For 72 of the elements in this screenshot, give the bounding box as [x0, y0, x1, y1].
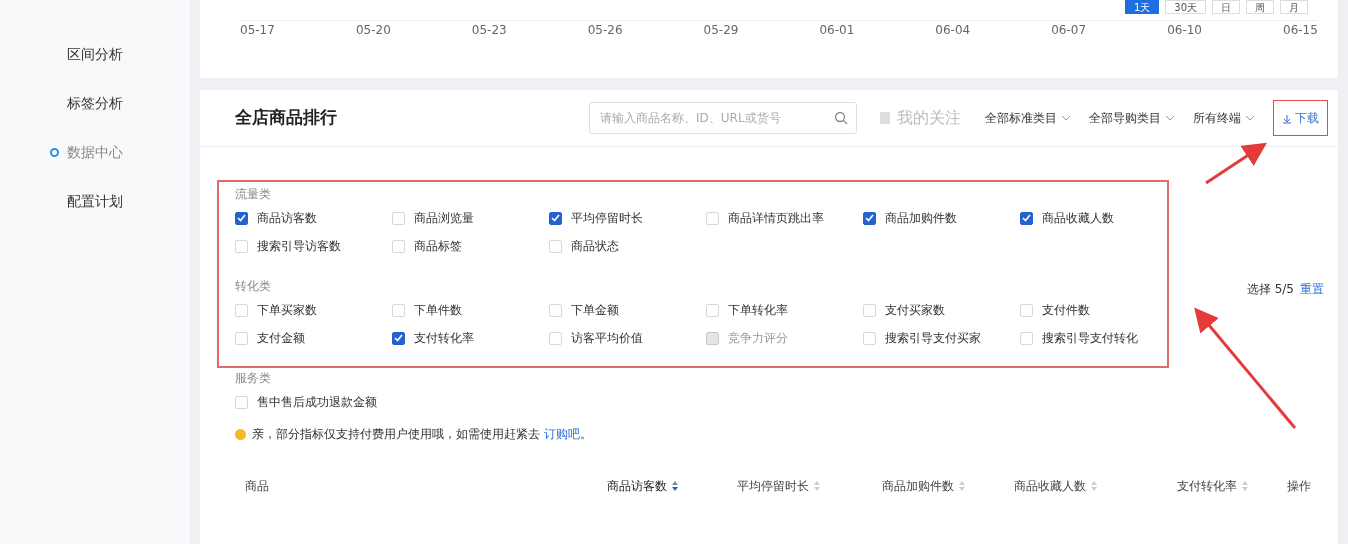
metric-checkbox[interactable]: 商品状态 — [549, 237, 706, 255]
column-header[interactable]: 商品加购件数 — [882, 477, 954, 495]
axis-label: 05-29 — [703, 22, 739, 39]
metric-checkbox[interactable]: 搜索引导支付转化 — [1020, 329, 1177, 347]
check-icon — [551, 214, 560, 222]
caret-icon — [1245, 115, 1255, 121]
metric-checkbox[interactable]: 下单转化率 — [706, 301, 863, 319]
group-title: 流量类 — [235, 186, 271, 203]
search-icon[interactable] — [834, 111, 848, 125]
info-icon — [235, 428, 246, 440]
check-icon — [865, 214, 874, 222]
metric-checkbox[interactable]: 搜索引导支付买家 — [863, 329, 1020, 347]
metric-checkbox[interactable]: 支付转化率 — [392, 329, 549, 347]
metric-checkbox[interactable]: 支付件数 — [1020, 301, 1177, 319]
axis-label: 06-01 — [819, 22, 855, 39]
sidebar-item[interactable]: 数据中心 — [0, 128, 190, 177]
sidebar-item[interactable]: 配置计划 — [0, 177, 190, 226]
metric-checkbox[interactable]: 售中售后成功退款金额 — [235, 393, 392, 411]
caret-icon — [1061, 115, 1071, 121]
axis-label: 05-23 — [471, 22, 507, 39]
group-title: 转化类 — [235, 278, 271, 295]
selected-dot-icon — [50, 148, 59, 157]
dropdown[interactable]: 全部导购类目 — [1089, 109, 1175, 127]
column-header[interactable]: 支付转化率 — [1177, 477, 1237, 495]
group-title: 服务类 — [235, 370, 271, 387]
check-icon — [237, 214, 246, 222]
section-title: 全店商品排行 — [235, 106, 337, 130]
range-tab[interactable]: 30天 — [1165, 0, 1206, 14]
column-header: 商品 — [245, 478, 269, 495]
caret-icon — [1165, 115, 1175, 121]
download-icon — [1282, 113, 1292, 124]
axis-label: 05-17 — [240, 22, 275, 39]
metric-checkbox[interactable]: 下单金额 — [549, 301, 706, 319]
column-header: 操作 — [1287, 478, 1311, 495]
metric-checkbox[interactable]: 商品访客数 — [235, 209, 392, 227]
sidebar-item[interactable]: 区间分析 — [0, 30, 190, 79]
axis-label: 05-20 — [355, 22, 391, 39]
metric-checkbox[interactable]: 商品加购件数 — [863, 209, 1020, 227]
metric-checkbox[interactable]: 商品标签 — [392, 237, 549, 255]
range-tab[interactable]: 周 — [1246, 0, 1274, 14]
reset-link[interactable]: 重置 — [1300, 280, 1324, 298]
metric-checkbox[interactable]: 下单件数 — [392, 301, 549, 319]
sidebar-item[interactable]: 标签分析 — [0, 79, 190, 128]
axis-label: 06-10 — [1167, 22, 1202, 39]
metric-checkbox[interactable]: 平均停留时长 — [549, 209, 706, 227]
subscribe-link[interactable]: 订购吧 — [543, 427, 580, 441]
column-header[interactable]: 商品收藏人数 — [1014, 477, 1086, 495]
metric-checkbox[interactable]: 商品浏览量 — [392, 209, 549, 227]
search-field[interactable]: 请输入商品名称、ID、URL或货号 — [589, 102, 857, 134]
range-tab[interactable]: 日 — [1212, 0, 1240, 14]
annotation-arrow — [1205, 142, 1267, 185]
axis-label: 05-26 — [587, 22, 623, 39]
range-tab[interactable]: 1天 — [1124, 0, 1160, 14]
check-icon — [394, 334, 403, 342]
column-header[interactable]: 商品访客数 — [607, 477, 667, 495]
notice-text: 亲，部分指标仅支持付费用户使用哦，如需使用赶紧去 订购吧。 — [252, 426, 592, 443]
dropdown[interactable]: 所有终端 — [1193, 109, 1255, 127]
axis-label: 06-04 — [935, 22, 971, 39]
axis-label: 06-15 — [1283, 22, 1318, 39]
metric-checkbox[interactable]: 支付买家数 — [863, 301, 1020, 319]
axis-label: 06-07 — [1051, 22, 1087, 39]
column-header[interactable]: 平均停留时长 — [737, 477, 809, 495]
dropdown[interactable]: 全部标准类目 — [985, 109, 1071, 127]
metric-checkbox[interactable]: 搜索引导访客数 — [235, 237, 392, 255]
metric-checkbox[interactable]: 商品详情页跳出率 — [706, 209, 863, 227]
metric-checkbox[interactable]: 支付金额 — [235, 329, 392, 347]
range-tab[interactable]: 月 — [1280, 0, 1308, 14]
metric-checkbox[interactable]: 商品收藏人数 — [1020, 209, 1177, 227]
download-button[interactable]: 下载 — [1273, 100, 1328, 136]
selection-count: 选择 5/5 — [1246, 281, 1294, 298]
metric-checkbox[interactable]: 下单买家数 — [235, 301, 392, 319]
check-icon — [1022, 214, 1031, 222]
